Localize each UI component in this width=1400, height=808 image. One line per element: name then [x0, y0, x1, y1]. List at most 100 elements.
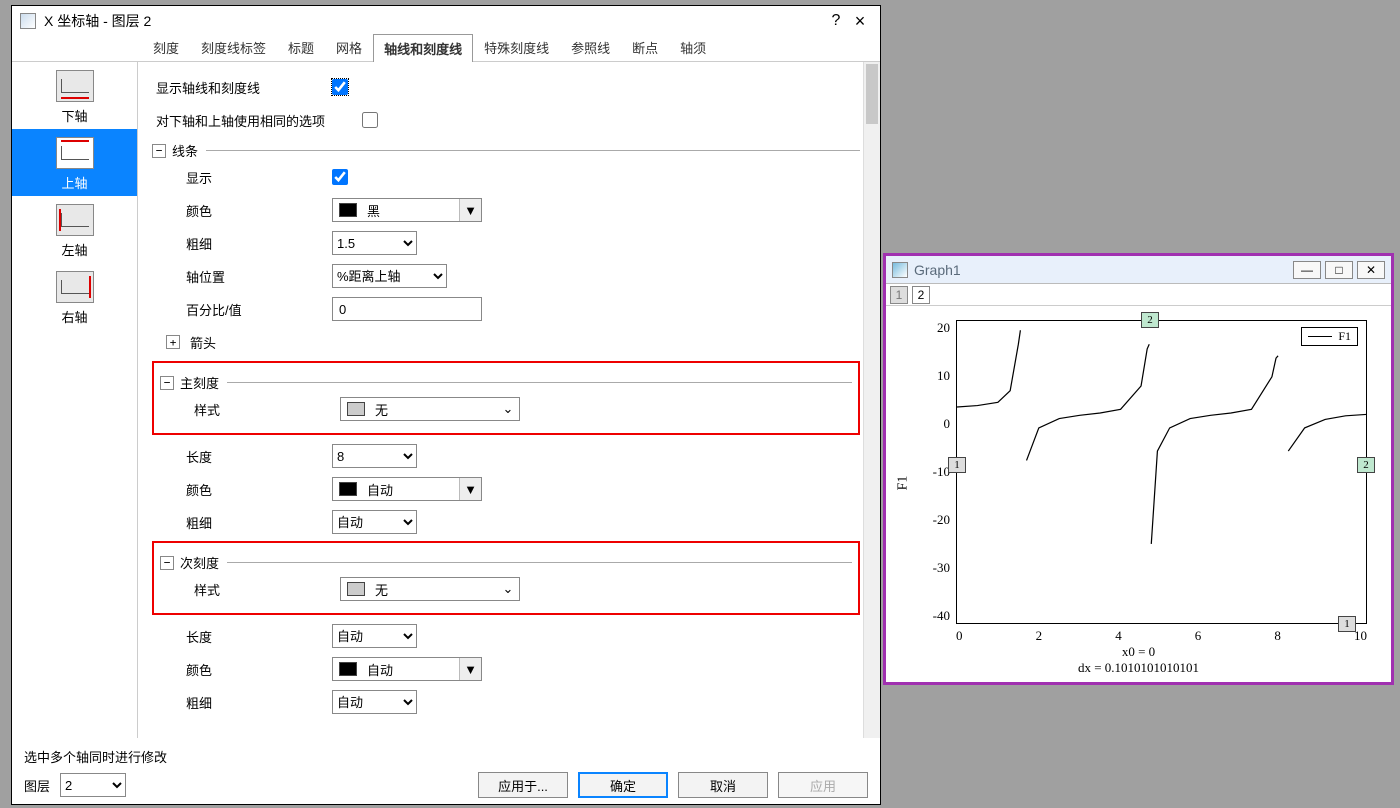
collapse-toggle-icon[interactable]: −: [160, 556, 174, 570]
label-arrow: 箭头: [186, 333, 216, 352]
axis-badge-right: 2: [1357, 457, 1375, 473]
axis-item-label: 右轴: [12, 307, 137, 326]
axis-thumb-icon: [56, 271, 94, 303]
label-percent-value: 百分比/值: [152, 300, 332, 319]
label-length: 长度: [152, 627, 332, 646]
label-color: 颜色: [152, 480, 332, 499]
label-thickness: 粗细: [152, 693, 332, 712]
x-tick-labels: 0246810: [956, 628, 1367, 644]
axis-item-label: 上轴: [12, 173, 137, 192]
color-picker[interactable]: 黑 ▼: [332, 198, 482, 222]
help-button[interactable]: ?: [824, 12, 848, 30]
highlight-minor-ticks: − 次刻度 样式 无 ⌄: [152, 541, 860, 615]
layer-tab-2[interactable]: 2: [912, 286, 930, 304]
tab-title[interactable]: 标题: [277, 33, 325, 61]
checkbox-same-options[interactable]: [362, 112, 378, 128]
color-value: 黑: [363, 201, 459, 220]
close-graph-button[interactable]: ✕: [1357, 261, 1385, 279]
group-minor-ticks: − 次刻度: [160, 553, 852, 572]
tab-tick-labels[interactable]: 刻度线标签: [190, 33, 277, 61]
axis-item-label: 下轴: [12, 106, 137, 125]
cancel-button[interactable]: 取消: [678, 772, 768, 798]
scrollbar-thumb[interactable]: [866, 64, 878, 124]
collapse-toggle-icon[interactable]: −: [160, 376, 174, 390]
minor-style-select[interactable]: 无 ⌄: [340, 577, 520, 601]
label-style: 样式: [160, 400, 340, 419]
label-show-line-ticks: 显示轴线和刻度线: [152, 78, 332, 97]
tab-breaks[interactable]: 断点: [621, 33, 669, 61]
label-thickness: 粗细: [152, 234, 332, 253]
expand-toggle-icon[interactable]: +: [166, 335, 180, 349]
dialog-title: X 坐标轴 - 图层 2: [44, 11, 824, 31]
ok-button[interactable]: 确定: [578, 772, 668, 798]
major-style-value: 无: [371, 400, 497, 419]
minimize-button[interactable]: —: [1293, 261, 1321, 279]
minor-color-picker[interactable]: 自动 ▼: [332, 657, 482, 681]
axis-item-top[interactable]: 上轴: [12, 129, 137, 196]
major-length-select[interactable]: 8: [332, 444, 417, 468]
tab-rug[interactable]: 轴须: [669, 33, 717, 61]
label-same-options: 对下轴和上轴使用相同的选项: [152, 111, 362, 130]
axis-position-select[interactable]: %距离上轴: [332, 264, 447, 288]
plot-area[interactable]: F1 20100-10-20-30-40 F1 2 2 1 1 0246810 …: [886, 306, 1391, 682]
checkbox-show-line-ticks[interactable]: [332, 79, 348, 95]
dialog-titlebar: X 坐标轴 - 图层 2 ? ×: [12, 6, 880, 36]
axis-item-right[interactable]: 右轴: [12, 263, 137, 330]
axis-dialog: X 坐标轴 - 图层 2 ? × 刻度 刻度线标签 标题 网格 轴线和刻度线 特…: [11, 5, 881, 805]
axis-badge-top: 2: [1141, 312, 1159, 328]
color-swatch-icon: [339, 203, 357, 217]
apply-button[interactable]: 应用: [778, 772, 868, 798]
axis-thumb-icon: [56, 137, 94, 169]
major-color-picker[interactable]: 自动 ▼: [332, 477, 482, 501]
axes-frame: F1 2 2 1 1: [956, 320, 1367, 624]
axis-badge-left: 1: [948, 457, 966, 473]
tab-special-ticks[interactable]: 特殊刻度线: [473, 33, 560, 61]
group-major-title: 主刻度: [180, 373, 219, 392]
collapse-toggle-icon[interactable]: −: [152, 144, 166, 158]
tab-scale[interactable]: 刻度: [142, 33, 190, 61]
axis-item-bottom[interactable]: 下轴: [12, 62, 137, 129]
percent-value-input[interactable]: [332, 297, 482, 321]
graph-app-icon: [892, 262, 908, 278]
curve-svg: [957, 321, 1366, 623]
chevron-down-icon: ⌄: [497, 578, 519, 600]
y-axis-label: F1: [895, 476, 911, 491]
apply-to-button[interactable]: 应用于...: [478, 772, 568, 798]
color-swatch-icon: [339, 662, 357, 676]
layer-tab-1[interactable]: 1: [890, 286, 908, 304]
group-line-title: 线条: [172, 141, 198, 160]
tab-reference-lines[interactable]: 参照线: [560, 33, 621, 61]
tab-line-ticks[interactable]: 轴线和刻度线: [373, 34, 473, 62]
close-button[interactable]: ×: [848, 11, 872, 32]
label-thickness: 粗细: [152, 513, 332, 532]
layer-label: 图层: [24, 776, 50, 795]
layer-select[interactable]: 2: [60, 773, 126, 797]
group-minor-title: 次刻度: [180, 553, 219, 572]
minor-color-value: 自动: [363, 660, 459, 679]
major-thickness-select[interactable]: 自动: [332, 510, 417, 534]
minor-thickness-select[interactable]: 自动: [332, 690, 417, 714]
footer-hint: 选中多个轴同时进行修改: [24, 747, 868, 766]
checkbox-line-show[interactable]: [332, 169, 348, 185]
major-style-select[interactable]: 无 ⌄: [340, 397, 520, 421]
axis-item-left[interactable]: 左轴: [12, 196, 137, 263]
label-show: 显示: [152, 168, 332, 187]
group-line: − 线条: [152, 141, 860, 160]
thickness-select[interactable]: 1.5: [332, 231, 417, 255]
scrollbar[interactable]: [863, 62, 880, 738]
maximize-button[interactable]: □: [1325, 261, 1353, 279]
chevron-down-icon: ▼: [459, 658, 481, 680]
minor-length-select[interactable]: 自动: [332, 624, 417, 648]
color-swatch-icon: [339, 482, 357, 496]
layer-tabs: 1 2: [886, 284, 1391, 306]
axis-item-label: 左轴: [12, 240, 137, 259]
dialog-footer: 选中多个轴同时进行修改 图层 2 应用于... 确定 取消 应用: [12, 741, 880, 804]
settings-panel: 显示轴线和刻度线 对下轴和上轴使用相同的选项 − 线条 显示 颜色 黑: [138, 62, 880, 738]
graph-title: Graph1: [914, 262, 1289, 278]
graph-window: Graph1 — □ ✕ 1 2 F1 20100-10-20-30-40 F1…: [883, 253, 1394, 685]
chevron-down-icon: ▼: [459, 199, 481, 221]
axis-sidebar: 下轴 上轴 左轴 右轴: [12, 62, 138, 738]
tab-grid[interactable]: 网格: [325, 33, 373, 61]
style-swatch-icon: [347, 402, 365, 416]
style-swatch-icon: [347, 582, 365, 596]
